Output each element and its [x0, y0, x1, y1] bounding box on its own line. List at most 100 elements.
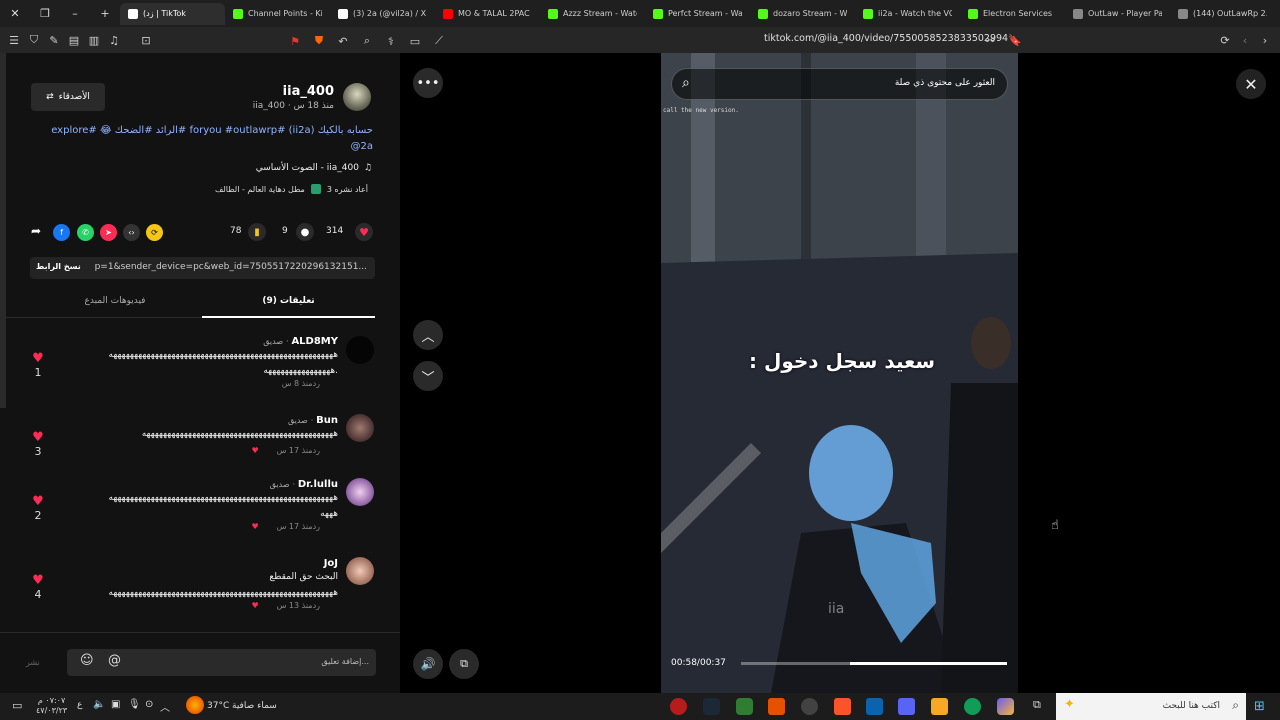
browser-tab[interactable]: (3) 2a (@vil2a) / X — [330, 3, 435, 25]
creator-avatar[interactable] — [343, 83, 371, 111]
browser-tab[interactable]: Electron Services — [960, 3, 1065, 25]
repost-share-icon[interactable]: ⟳ — [146, 224, 163, 241]
pen-icon[interactable]: ✎ — [44, 30, 64, 50]
start-icon[interactable]: ⊞ — [1254, 699, 1265, 714]
heart-icon[interactable]: ♥ — [28, 430, 48, 445]
reply-button[interactable]: رد — [313, 522, 320, 531]
bookmark-icon[interactable]: 🔖 — [1005, 30, 1025, 50]
weather-temperature[interactable]: 37°C — [207, 701, 229, 711]
task-view-icon[interactable]: ⧉ — [1033, 698, 1041, 712]
mention-icon[interactable]: @ — [108, 653, 121, 668]
app-icon-edge[interactable] — [964, 698, 981, 715]
app-icon-steam[interactable] — [703, 698, 720, 715]
comment-author[interactable]: JoJ — [324, 558, 338, 569]
comment-author[interactable]: Bun — [316, 415, 338, 426]
embed-icon[interactable]: ‹› — [123, 224, 140, 241]
app-icon-outlook[interactable] — [866, 698, 883, 715]
comment-like[interactable]: ♥ 2 — [28, 494, 48, 522]
heart-icon[interactable]: ♥ — [28, 573, 48, 588]
new-tab-icon[interactable]: + — [90, 0, 120, 27]
video-progress-track[interactable] — [741, 662, 1007, 665]
related-search-bar[interactable]: ⌕ العثور على محتوى ذي صلة — [671, 68, 1008, 100]
mic-icon[interactable]: 🎙 — [128, 699, 141, 710]
undo-icon[interactable]: ↶ — [333, 31, 353, 51]
comment-avatar[interactable] — [346, 557, 374, 585]
video-frame[interactable]: ⌕ العثور على محتوى ذي صلة call the new v… — [661, 53, 1018, 693]
link-icon[interactable]: ⚯ — [980, 30, 1000, 50]
weather-text[interactable]: سماء صافية — [232, 701, 277, 711]
music-icon[interactable]: ♫ — [104, 30, 124, 50]
comment-input[interactable]: ☺ @ إضافة تعليق... — [67, 649, 376, 676]
comment-icon[interactable]: ● — [296, 223, 314, 241]
app-icon-explorer[interactable] — [931, 698, 948, 715]
app-icon-discord[interactable] — [898, 698, 915, 715]
restore-window-icon[interactable]: ❐ — [30, 0, 60, 27]
browser-tab[interactable]: OutLaw - Player Pag — [1065, 3, 1170, 25]
tab-comments[interactable]: تعليقات (9) — [202, 296, 375, 306]
heart-icon[interactable]: ♥ — [28, 351, 48, 366]
search-icon[interactable]: ⌕ — [357, 31, 377, 51]
mention-link[interactable]: @2a — [351, 141, 374, 152]
tabs-icon[interactable]: ▤ — [64, 30, 84, 50]
comment-like[interactable]: ♥ 4 — [28, 573, 48, 601]
forward-icon[interactable]: › — [1255, 30, 1275, 50]
comment-avatar[interactable] — [346, 478, 374, 506]
screenshot-icon[interactable]: ⊡ — [136, 30, 156, 50]
taskbar-search[interactable]: ✦ اكتب هنا للبحث ⌕ — [1056, 693, 1246, 720]
next-video-icon[interactable]: ﹀ — [413, 361, 443, 391]
reply-button[interactable]: رد — [313, 446, 320, 455]
cast-icon[interactable]: ▭ — [405, 31, 425, 51]
shield-icon[interactable]: ⛉ — [24, 30, 44, 50]
send-icon[interactable]: ➤ — [100, 224, 117, 241]
browser-tab[interactable]: Channel Points - Ki — [225, 3, 330, 25]
vpn-icon[interactable]: ⚕ — [381, 31, 401, 51]
browser-tab[interactable]: ii2a - Watch the VO — [855, 3, 960, 25]
browser-tab[interactable]: (زد | TikTok — [120, 2, 225, 25]
close-icon[interactable]: ✕ — [1236, 69, 1266, 99]
network-icon[interactable]: ▣ — [111, 699, 120, 710]
copy-link-button[interactable]: نسخ الرابط — [36, 262, 81, 271]
reply-button[interactable]: رد — [313, 379, 320, 388]
more-options-icon[interactable]: ••• — [413, 68, 443, 98]
reload-icon[interactable]: ⟳ — [1215, 30, 1235, 50]
clock[interactable]: ٠٧:٠٧ م ٤٧/٠٣/٢٣ — [36, 696, 67, 716]
notification-icon[interactable]: ▭ — [12, 699, 22, 712]
browser-tab[interactable]: Perfct Stream - Watc — [645, 3, 750, 25]
extension-icon[interactable]: ⚑ — [285, 31, 305, 51]
brave-shield-icon[interactable]: ⛊ — [309, 31, 329, 51]
heart-icon[interactable]: ♥ — [28, 494, 48, 509]
creator-name[interactable]: iia_400 — [283, 84, 334, 99]
post-button[interactable]: نشر — [26, 658, 40, 667]
comment-like[interactable]: ♥ 1 — [28, 351, 48, 379]
scrollbar[interactable] — [0, 53, 6, 408]
close-window-icon[interactable]: ✕ — [0, 0, 30, 27]
minimize-window-icon[interactable]: – — [60, 0, 90, 27]
like-icon[interactable]: ♥ — [355, 223, 373, 241]
tray-chevron-icon[interactable]: ︿ — [160, 699, 170, 714]
whatsapp-icon[interactable]: ✆ — [77, 224, 94, 241]
sound-row[interactable]: الصوت الأساسي - iia_400 ♫ — [256, 163, 372, 173]
language-indicator[interactable]: ع — [77, 700, 82, 710]
previous-video-icon[interactable]: ︿ — [413, 320, 443, 350]
sidebar-icon[interactable]: ▥ — [84, 30, 104, 50]
playlist-label[interactable]: مطل دهاية العالم - الطالف — [215, 185, 305, 194]
app-icon-xbox[interactable] — [736, 698, 753, 715]
app-icon-brave[interactable] — [834, 698, 851, 715]
address-bar[interactable]: tiktok.com/@iia_400/video/75500585238335… — [764, 33, 1008, 44]
menu-icon[interactable]: ☰ — [4, 30, 24, 50]
share-arrow-icon[interactable]: ➦ — [31, 224, 41, 238]
browser-tab[interactable]: dozaro Stream - W — [750, 3, 855, 25]
app-icon-recording[interactable] — [670, 698, 687, 715]
app-icon-obs[interactable] — [801, 698, 818, 715]
emoji-icon[interactable]: ☺ — [80, 653, 94, 668]
comment-avatar[interactable] — [346, 414, 374, 442]
speaker-icon[interactable]: 🔈 — [93, 699, 105, 710]
pip-icon[interactable]: ⧉ — [449, 649, 479, 679]
wallet-icon[interactable]: ⟋ — [429, 31, 449, 51]
browser-tab[interactable]: Azzz Stream - Watc — [540, 3, 645, 25]
tab-creator-videos[interactable]: فيديوهات المبدع — [50, 296, 180, 306]
browser-tab[interactable]: (144) OutLawRp 2.0 — [1170, 3, 1275, 25]
browser-tab[interactable]: MO & TALAL 2PAC — [435, 3, 540, 25]
app-icon-copilot[interactable] — [997, 698, 1014, 715]
back-icon[interactable]: ‹ — [1235, 30, 1255, 50]
